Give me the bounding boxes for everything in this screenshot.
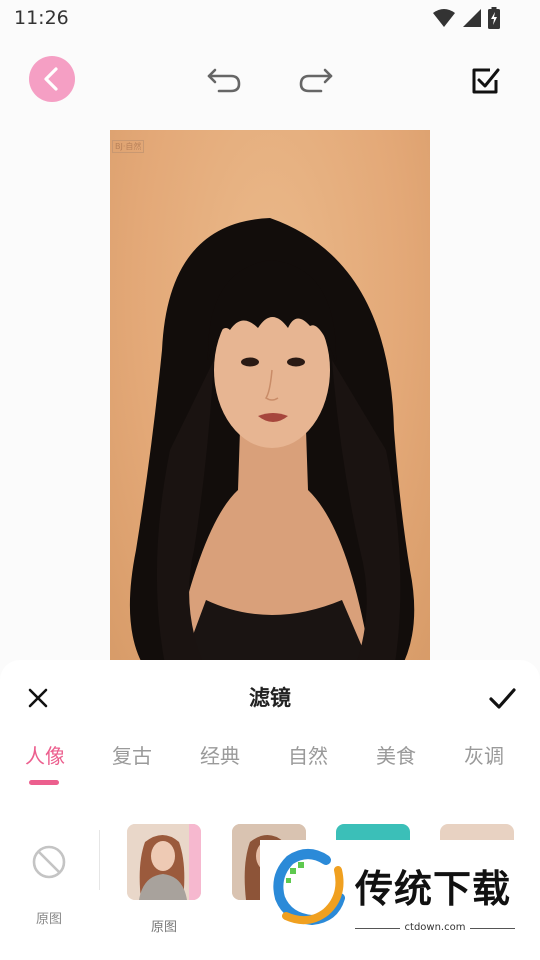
photo-editor-screen: 11:26 BJ·自然 滤镜 人像 复古 经典 自然 美食 灰调 原图 原图 传…	[0, 0, 540, 960]
status-bar: 11:26	[0, 0, 540, 36]
status-icons	[432, 7, 500, 29]
watermark-url: ctdown.com	[400, 922, 470, 933]
watermark-text: 传统下载	[355, 867, 512, 911]
watermark-logo-icon	[273, 849, 345, 926]
site-watermark: 传统下载 ctdown.com	[260, 840, 515, 935]
undo-icon[interactable]	[205, 64, 245, 94]
filter-preview-image	[127, 824, 201, 900]
battery-icon	[488, 7, 500, 29]
status-time: 11:26	[14, 7, 69, 29]
edited-photo[interactable]: BJ·自然	[110, 130, 430, 670]
back-button[interactable]	[29, 56, 75, 102]
filter-label: 原图	[150, 920, 177, 935]
tab-food[interactable]: 美食	[356, 740, 436, 769]
tab-portrait[interactable]: 人像	[5, 740, 85, 769]
tab-classic[interactable]: 经典	[180, 740, 260, 769]
filter-divider	[99, 830, 100, 890]
filter-category-tabs: 人像 复古 经典 自然 美食 灰调	[0, 740, 540, 790]
checkbox-done-icon[interactable]	[468, 64, 502, 98]
no-filter-icon	[32, 845, 66, 879]
no-filter-label: 原图	[35, 912, 62, 927]
tab-gray[interactable]: 灰调	[444, 740, 524, 769]
filter-thumb-original[interactable]	[127, 824, 201, 900]
check-icon[interactable]	[486, 682, 518, 714]
sheet-title: 滤镜	[249, 686, 291, 710]
sheet-header: 滤镜	[0, 660, 540, 736]
redo-icon[interactable]	[295, 64, 335, 94]
top-toolbar	[0, 52, 540, 108]
tab-retro[interactable]: 复古	[92, 740, 172, 769]
tab-natural[interactable]: 自然	[268, 740, 348, 769]
no-filter-button[interactable]	[22, 840, 76, 884]
portrait-image	[129, 218, 415, 670]
chevron-left-icon	[44, 67, 58, 91]
active-tab-indicator	[29, 780, 59, 785]
wifi-icon	[433, 9, 455, 27]
cell-signal-icon	[463, 9, 481, 27]
